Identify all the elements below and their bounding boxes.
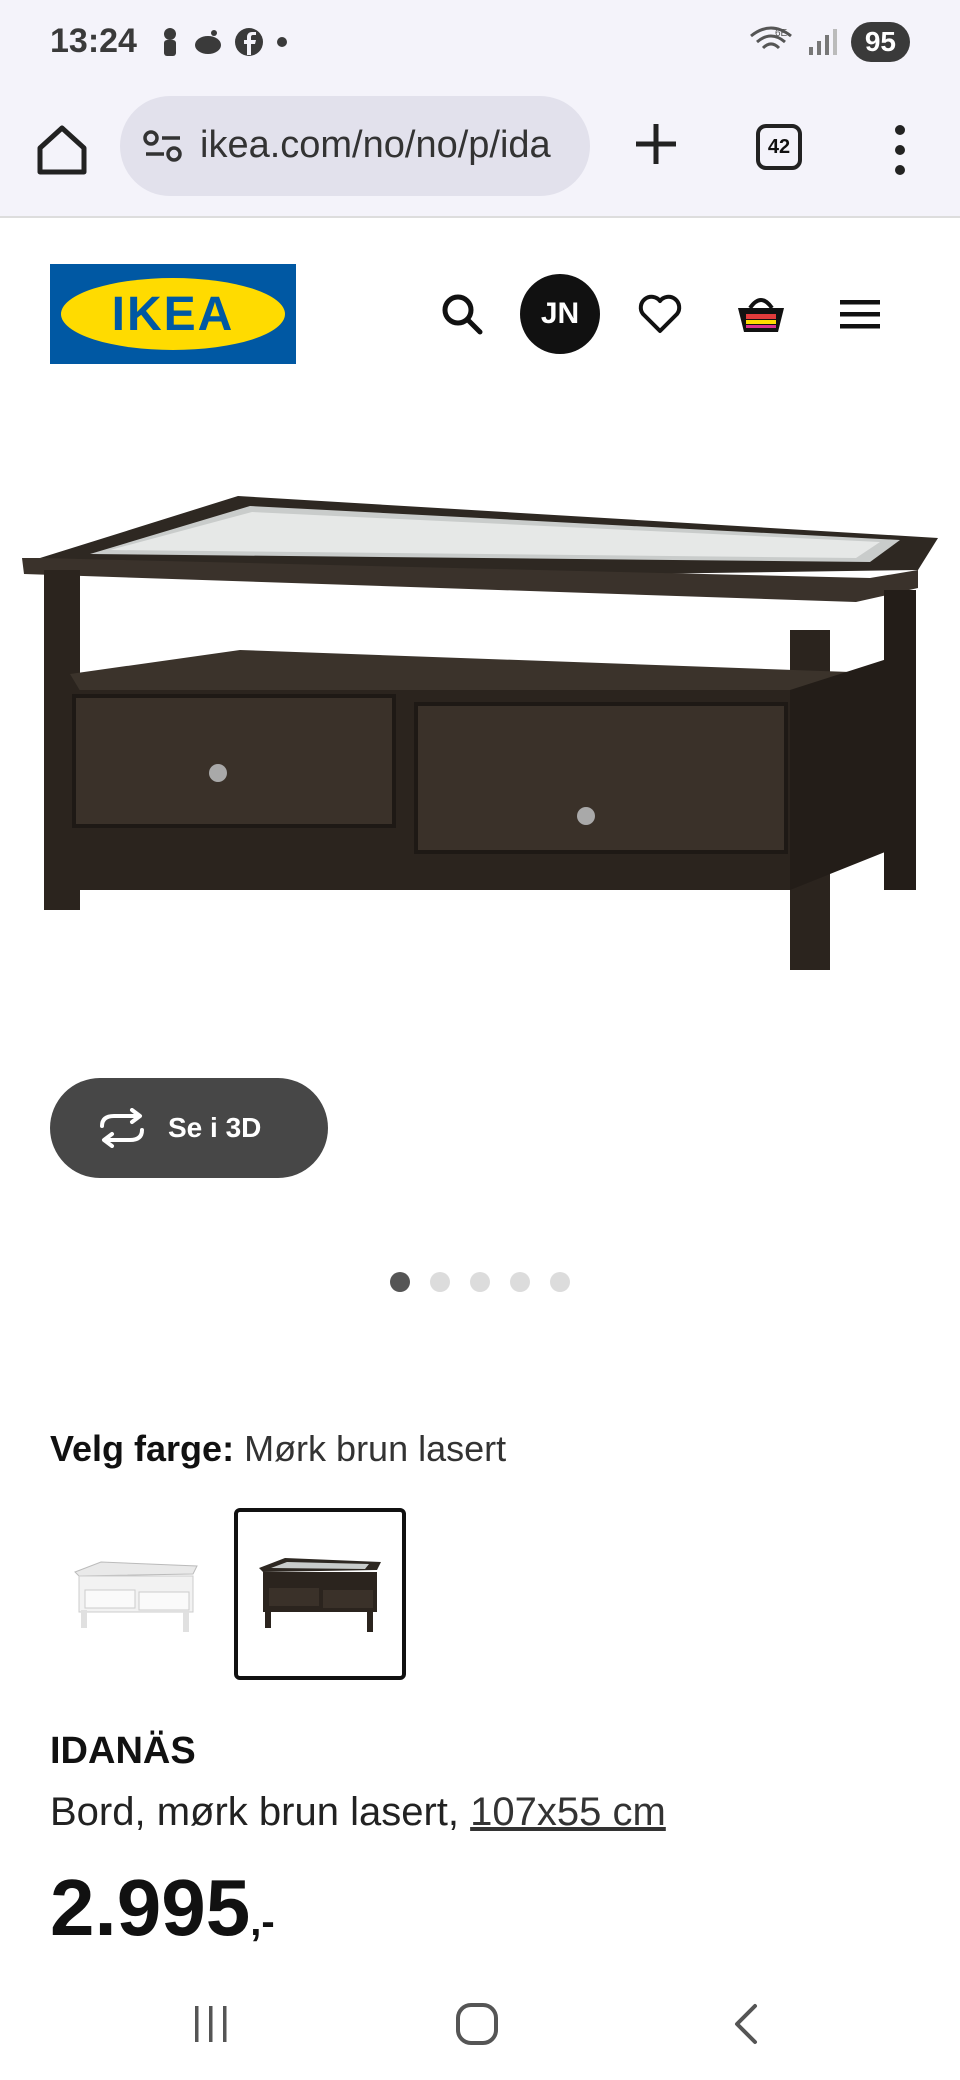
- home-icon[interactable]: [30, 118, 94, 182]
- signal-icon: [808, 29, 837, 55]
- heart-icon: [638, 294, 682, 333]
- gallery-pagination: [390, 1272, 570, 1292]
- system-icons: 6E 95: [749, 22, 910, 62]
- dot-icon: [277, 37, 287, 47]
- color-swatch-white[interactable]: [50, 1508, 222, 1680]
- recent-apps-icon: [195, 2006, 227, 2042]
- home-nav-icon: [456, 2003, 498, 2045]
- wifi-6e-icon: 6E: [749, 26, 792, 50]
- site-settings-icon[interactable]: [142, 126, 184, 166]
- site-header: IKEA JN: [0, 216, 960, 416]
- back-icon: [735, 2004, 757, 2044]
- rotate-3d-icon: [100, 1108, 144, 1148]
- white-table-thumbnail: [74, 1561, 198, 1632]
- battery-level: 95: [850, 22, 910, 62]
- svg-text:6E: 6E: [775, 28, 788, 39]
- cart-button[interactable]: [726, 274, 796, 354]
- price-amount: 2.995: [50, 1863, 251, 1952]
- gallery-dot[interactable]: [430, 1272, 450, 1292]
- status-bar: 13:24 6E 95: [0, 0, 960, 90]
- product-price: 2.995,-: [50, 1862, 275, 1954]
- selected-color-value: Mørk brun lasert: [244, 1428, 507, 1469]
- profile-button[interactable]: JN: [520, 274, 600, 354]
- home-nav-button[interactable]: [452, 1994, 502, 2054]
- price-suffix: ,-: [250, 1900, 275, 1944]
- color-swatch-dark-brown[interactable]: [234, 1508, 406, 1680]
- product-dimensions-link[interactable]: 107x55 cm: [470, 1790, 666, 1834]
- dark-brown-table-thumbnail: [259, 1558, 381, 1632]
- gallery-dot[interactable]: [510, 1272, 530, 1292]
- shopping-bag-icon: [738, 298, 784, 332]
- recent-apps-button[interactable]: [186, 1994, 236, 2054]
- browser-toolbar: ikea.com/no/no/p/ida 42: [0, 90, 960, 218]
- see-in-3d-button[interactable]: Se i 3D: [50, 1078, 328, 1178]
- url-text: ikea.com/no/no/p/ida: [200, 124, 551, 166]
- notification-icons: [158, 26, 290, 58]
- product-description: Bord, mørk brun lasert, 107x55 cm: [50, 1790, 666, 1835]
- more-options-icon[interactable]: [880, 120, 920, 180]
- product-name: IDANÄS: [50, 1730, 196, 1772]
- gallery-dot[interactable]: [390, 1272, 410, 1292]
- new-tab-icon[interactable]: [628, 114, 684, 174]
- see-in-3d-label: Se i 3D: [168, 1112, 262, 1143]
- search-icon: [442, 294, 483, 335]
- favourites-button[interactable]: [630, 274, 690, 354]
- color-label-text: Velg farge:: [50, 1428, 235, 1469]
- gallery-dot[interactable]: [550, 1272, 570, 1292]
- tab-switcher-button[interactable]: 42: [756, 124, 802, 170]
- facebook-icon: [235, 28, 263, 56]
- product-description-text: Bord, mørk brun lasert,: [50, 1790, 471, 1834]
- hamburger-icon: [840, 300, 880, 329]
- tab-count: 42: [767, 135, 791, 158]
- gallery-dot[interactable]: [470, 1272, 490, 1292]
- address-bar[interactable]: ikea.com/no/no/p/ida: [120, 96, 590, 196]
- person-icon: [164, 28, 176, 56]
- avatar: JN: [520, 274, 600, 354]
- product-image[interactable]: [0, 440, 960, 1060]
- system-navigation-bar: [0, 1960, 960, 2080]
- status-time: 13:24: [50, 22, 137, 60]
- menu-button[interactable]: [830, 274, 890, 354]
- search-button[interactable]: [432, 274, 492, 354]
- back-button[interactable]: [726, 1994, 766, 2054]
- color-picker-label: Velg farge: Mørk brun lasert: [50, 1428, 506, 1470]
- bird-icon: [195, 30, 221, 54]
